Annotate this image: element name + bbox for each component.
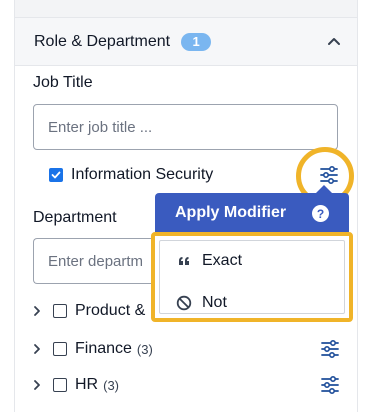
department-item-label: Finance <box>75 340 132 357</box>
department-item-finance[interactable]: Finance (3) <box>33 340 153 358</box>
modifier-options-list: Exact Not <box>159 240 345 314</box>
department-item-hr[interactable]: HR (3) <box>33 376 119 394</box>
job-title-placeholder: Enter job title ... <box>48 118 153 136</box>
department-item-count: (3) <box>103 377 119 393</box>
modifier-options-menu: Exact Not <box>151 232 353 322</box>
apply-modifier-title: Apply Modifier <box>175 204 287 221</box>
chevron-right-icon[interactable] <box>33 379 41 391</box>
modifier-option-label: Not <box>202 294 227 311</box>
quote-icon <box>176 256 192 266</box>
checkbox[interactable] <box>53 304 67 318</box>
department-label: Department <box>33 209 117 226</box>
department-item-count: (3) <box>136 341 153 357</box>
modifier-option-not[interactable]: Not <box>176 294 227 312</box>
selection-count-badge: 1 <box>181 32 212 51</box>
ban-icon <box>176 295 192 311</box>
checkbox[interactable] <box>53 378 67 392</box>
job-title-option-row[interactable]: Information Security <box>49 166 213 184</box>
popup-arrow <box>316 185 332 193</box>
job-title-input[interactable]: Enter job title ... <box>33 104 338 150</box>
department-item-label: Product & <box>75 302 146 319</box>
job-title-option-label: Information Security <box>71 166 214 183</box>
previous-section-edge <box>15 0 357 18</box>
section-title: Role & Department <box>34 32 171 50</box>
department-item-product[interactable]: Product & <box>33 302 145 320</box>
modifier-option-exact[interactable]: Exact <box>176 252 242 270</box>
modifier-sliders-icon[interactable] <box>320 375 340 399</box>
modifier-sliders-icon[interactable] <box>320 339 340 363</box>
chevron-right-icon[interactable] <box>33 343 41 355</box>
help-icon[interactable]: ? <box>312 205 329 222</box>
checked-checkbox[interactable] <box>49 168 63 182</box>
chevron-up-icon[interactable] <box>327 35 341 54</box>
modifier-option-label: Exact <box>202 252 243 269</box>
role-department-section-header[interactable]: Role & Department 1 <box>15 18 357 66</box>
chevron-right-icon[interactable] <box>33 305 41 317</box>
checkbox[interactable] <box>53 342 67 356</box>
department-placeholder: Enter departm <box>48 252 144 270</box>
department-item-label: HR <box>75 376 99 393</box>
job-title-label: Job Title <box>33 74 93 91</box>
